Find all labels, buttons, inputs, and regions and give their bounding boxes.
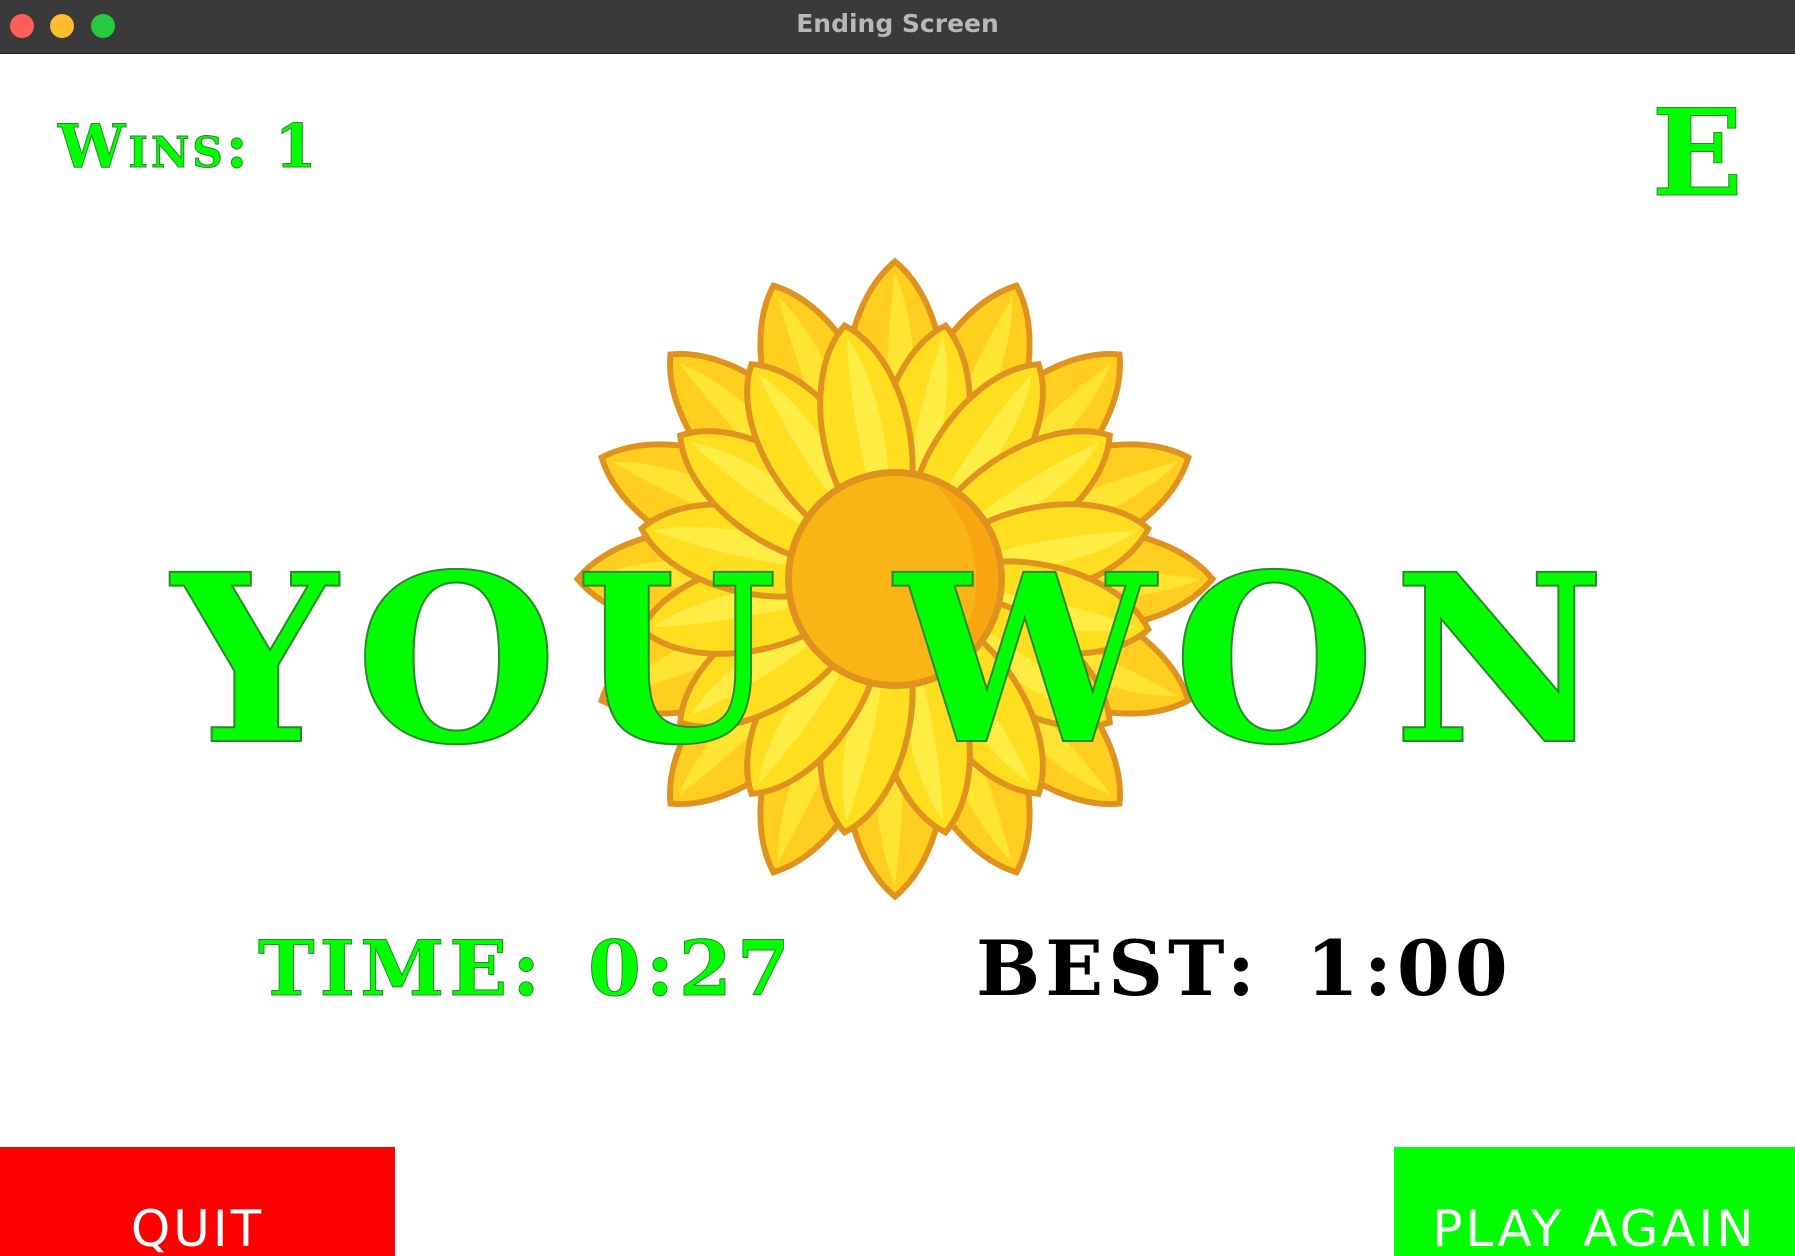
best-time-label: BEST: (976, 924, 1260, 1013)
wins-counter: Wins: 1 (58, 112, 320, 183)
grade-letter: E (1651, 83, 1743, 224)
time-value: 0:27 (588, 924, 795, 1014)
game-canvas: Wins: 1 E YOU WON TIME: 0:27 BEST: 1:00 … (0, 54, 1795, 1256)
result-message: YOU WON (171, 523, 1624, 796)
time-label: TIME: (257, 924, 546, 1014)
quit-button[interactable]: QUIT (0, 1147, 395, 1256)
window-title: Ending Screen (796, 9, 999, 38)
ending-screen-window: Ending Screen Wins: 1 E YOU WON TIME: 0:… (0, 0, 1795, 1256)
title-bar: Ending Screen (0, 0, 1795, 54)
best-time-value: 1:00 (1306, 924, 1513, 1013)
play-again-button[interactable]: PLAY AGAIN (1394, 1147, 1795, 1256)
